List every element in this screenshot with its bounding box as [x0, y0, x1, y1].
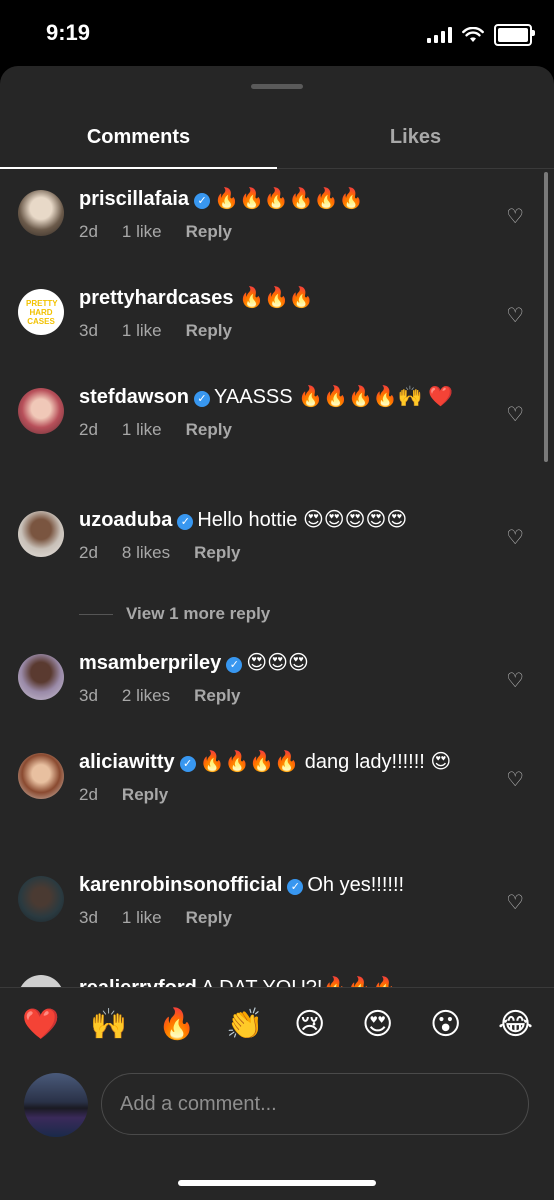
comment-age: 2d — [79, 785, 98, 804]
verified-badge-icon: ✓ — [287, 879, 304, 895]
reply-divider — [79, 613, 113, 615]
comment-age: 3d — [79, 908, 98, 927]
comment-age: 2d — [79, 222, 98, 241]
heart-icon[interactable]: ♡ — [506, 767, 524, 792]
comment-age: 3d — [79, 686, 98, 705]
avatar[interactable] — [18, 511, 64, 557]
comment-likes[interactable]: 2 likes — [122, 686, 170, 706]
verified-badge-icon: ✓ — [179, 756, 196, 772]
view-more-replies-button[interactable]: View 1 more reply — [79, 604, 270, 624]
comment-likes[interactable]: 8 likes — [122, 543, 170, 563]
comments-sheet: Comments Likes priscillafaia ✓ 🔥🔥🔥🔥🔥🔥 2d 1… — [0, 66, 554, 1200]
verified-badge-icon: ✓ — [194, 193, 211, 209]
reply-button[interactable]: Reply — [186, 420, 232, 440]
verified-badge-icon: ✓ — [226, 657, 243, 673]
avatar[interactable] — [18, 975, 64, 987]
reply-button[interactable]: Reply — [186, 321, 232, 341]
comment-text: 🔥🔥🔥🔥🔥🔥 — [214, 188, 364, 210]
comment-body: stefdawson ✓ YAASSS 🔥🔥🔥🔥🙌 ❤️ 2d 1 like Rep… — [79, 384, 469, 440]
tab-comments[interactable]: Comments — [0, 106, 277, 168]
comment-body: prettyhardcases 🔥🔥🔥 3d 1 like Reply — [79, 285, 479, 341]
comment-likes[interactable]: 1 like — [122, 321, 162, 341]
comment-likes[interactable]: 1 like — [122, 908, 162, 928]
comment-text: A DAT YOU?!🔥🔥🔥 — [201, 977, 397, 987]
heart-icon[interactable]: ♡ — [506, 668, 524, 693]
comment-body: msamberpriley ✓ 😍😍😍 3d 2 likes Reply — [79, 650, 479, 706]
comment-text: Hello hottie 😍😍😍😍😍 — [197, 509, 408, 531]
reply-button[interactable]: Reply — [194, 686, 240, 706]
tab-likes[interactable]: Likes — [277, 106, 554, 168]
heart-icon[interactable]: ♡ — [506, 204, 524, 229]
heart-icon[interactable]: ♡ — [506, 890, 524, 915]
avatar[interactable] — [18, 190, 64, 236]
tab-indicator — [0, 167, 277, 169]
heart-icon[interactable]: ♡ — [506, 525, 524, 550]
comment-age: 2d — [79, 420, 98, 439]
sheet-grabber[interactable] — [251, 84, 303, 89]
avatar[interactable] — [18, 753, 64, 799]
emoji-reaction-bar: ❤️ 🙌 🔥 👏 😢 😍 😮 😂 — [0, 987, 554, 1066]
comment-text: 🔥🔥🔥 — [239, 287, 314, 309]
emoji-clap-button[interactable]: 👏 — [226, 1007, 263, 1043]
home-indicator[interactable] — [178, 1180, 376, 1186]
comment-text: 🔥🔥🔥🔥 dang lady!!!!!! 😍 — [199, 751, 452, 773]
emoji-heart-button[interactable]: ❤️ — [22, 1007, 59, 1043]
username[interactable]: prettyhardcases — [79, 287, 234, 309]
comment-text: Oh yes!!!!!! — [307, 874, 405, 896]
reply-button[interactable]: Reply — [186, 908, 232, 928]
reply-button[interactable]: Reply — [194, 543, 240, 563]
comment-text: YAASSS 🔥🔥🔥🔥🙌 ❤️ — [214, 386, 454, 408]
comment-likes[interactable]: 1 like — [122, 420, 162, 440]
view-more-replies-label: View 1 more reply — [126, 604, 271, 623]
avatar[interactable] — [18, 388, 64, 434]
emoji-heart-eyes-button[interactable]: 😍 — [362, 1007, 393, 1043]
status-time: 9:19 — [46, 20, 91, 45]
comment-text: 😍😍😍 — [246, 652, 309, 674]
comment-body: realjerryford A DAT YOU?!🔥🔥🔥 — [79, 975, 479, 987]
scrollbar[interactable] — [544, 172, 548, 462]
comment-likes[interactable]: 1 like — [122, 222, 162, 242]
comment-input-row — [0, 1065, 554, 1145]
emoji-raised-hands-button[interactable]: 🙌 — [90, 1007, 127, 1043]
my-avatar — [24, 1073, 88, 1137]
username[interactable]: aliciawitty — [79, 751, 175, 773]
username[interactable]: uzoaduba — [79, 509, 172, 531]
reply-button[interactable]: Reply — [186, 222, 232, 242]
comment-body: priscillafaia ✓ 🔥🔥🔥🔥🔥🔥 2d 1 like Reply — [79, 186, 479, 242]
comment-body: aliciawitty ✓ 🔥🔥🔥🔥 dang lady!!!!!! 😍 2d Re… — [79, 749, 469, 805]
comment-body: uzoaduba ✓ Hello hottie 😍😍😍😍😍 2d 8 likes R… — [79, 507, 479, 563]
tab-bar: Comments Likes — [0, 106, 554, 169]
battery-icon — [494, 24, 535, 46]
avatar-logo-text: PRETTY HARD CASES — [26, 298, 58, 326]
heart-icon[interactable]: ♡ — [506, 402, 524, 427]
username[interactable]: karenrobinsonofficial — [79, 874, 282, 896]
wifi-icon — [462, 27, 484, 42]
signal-icon — [427, 27, 452, 43]
emoji-cry-button[interactable]: 😢 — [294, 1007, 325, 1043]
comment-input[interactable] — [101, 1073, 529, 1135]
comment-body: karenrobinsonofficial ✓ Oh yes!!!!!! 3d 1 … — [79, 872, 479, 928]
username[interactable]: priscillafaia — [79, 188, 189, 210]
comment-item-partial: realjerryford A DAT YOU?!🔥🔥🔥 — [0, 971, 554, 987]
username[interactable]: realjerryford — [79, 977, 197, 987]
status-bar: 9:19 — [0, 0, 554, 66]
status-icons — [427, 24, 535, 46]
emoji-fire-button[interactable]: 🔥 — [158, 1007, 195, 1043]
username[interactable]: stefdawson — [79, 386, 189, 408]
heart-icon[interactable]: ♡ — [506, 303, 524, 328]
comment-age: 3d — [79, 321, 98, 340]
avatar[interactable] — [18, 876, 64, 922]
emoji-laughing-button[interactable]: 😂 — [498, 1007, 533, 1043]
comment-age: 2d — [79, 543, 98, 562]
verified-badge-icon: ✓ — [194, 391, 211, 407]
reply-button[interactable]: Reply — [122, 785, 168, 805]
verified-badge-icon: ✓ — [177, 514, 194, 530]
emoji-surprised-button[interactable]: 😮 — [430, 1007, 461, 1043]
avatar[interactable] — [18, 654, 64, 700]
avatar[interactable]: PRETTY HARD CASES — [18, 289, 64, 335]
username[interactable]: msamberpriley — [79, 652, 221, 674]
